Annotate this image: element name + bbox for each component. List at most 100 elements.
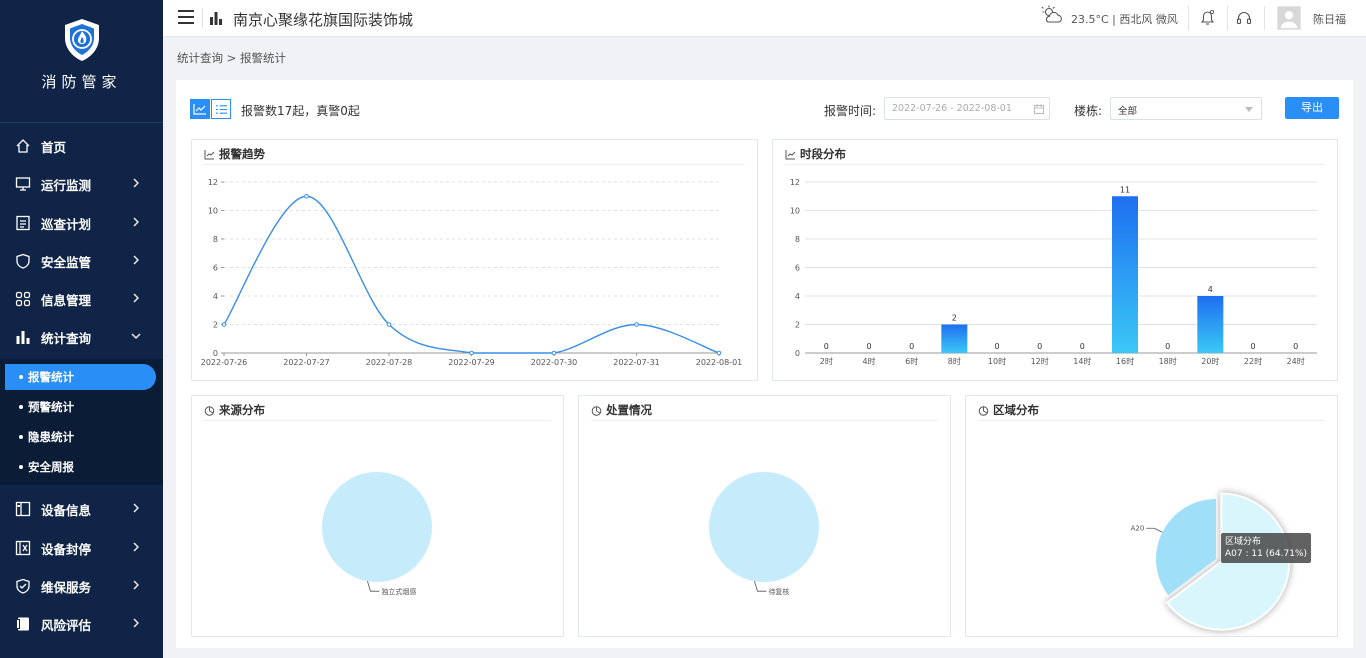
sidebar-item-3[interactable]: 安全监管 [0,242,163,280]
sidebar-item-label: 安全监管 [41,254,92,270]
divider [202,9,203,27]
sidebar-item-5[interactable]: 统计查询 [0,318,163,356]
hamburger-menu-icon[interactable] [178,10,194,24]
submenu-item-label: 报警统计 [28,370,74,384]
chart-tooltip: 区域分布 A07 : 11 (64.71%) [1221,533,1312,563]
bar-value-label: 0 [1165,342,1170,351]
sidebar-item-label: 统计查询 [41,330,92,346]
calendar-icon [1034,104,1044,114]
list-view-button[interactable] [211,99,231,119]
submenu-statistics: 报警统计预警统计隐患统计安全周报 [0,359,163,485]
y-tick-label: 2 [795,321,800,330]
submenu-item-2[interactable]: 隐患统计 [5,424,156,450]
main-content: 报警数17起，真警0起 报警时间: 2022-07-26 - 2022-08-0… [176,80,1353,648]
tooltip-value: A07 : 11 (64.71%) [1225,549,1308,559]
handling-status-panel: 处置情况 待复核 [578,395,951,637]
chevron-down-icon [131,333,141,339]
sidebar-item-6[interactable]: 设备信息 [0,490,163,528]
submenu-item-0[interactable]: 报警统计 [5,364,156,390]
user-name[interactable]: 陈日福 [1313,11,1346,27]
data-point [221,322,227,327]
date-range-value: 2022-07-26 - 2022-08-01 [892,103,1012,114]
sidebar-item-label: 风险评估 [41,617,92,633]
sidebar-item-1[interactable]: 运行监测 [0,165,163,203]
y-tick-label: 6 [213,264,218,273]
shield-icon [16,253,30,269]
alarm-summary: 报警数17起，真警0起 [241,104,360,118]
sidebar-item-7[interactable]: 设备封停 [0,529,163,567]
sidebar-item-label: 维保服务 [41,579,92,595]
sidebar-item-label: 信息管理 [41,292,92,308]
sidebar-item-label: 运行监测 [41,177,92,193]
weather-info: 23.5°C | 西北风 微风 [1071,13,1178,26]
avatar[interactable] [1277,6,1301,30]
alarm-time-label: 报警时间: [824,104,877,118]
logo-area: 消防管家 [0,0,163,123]
breadcrumb: 统计查询 > 报警统计 [177,51,286,65]
view-toggle[interactable] [190,99,232,119]
export-button[interactable]: 导出 [1285,97,1339,119]
sidebar-item-4[interactable]: 信息管理 [0,280,163,318]
alarm-trend-title: 报警趋势 [219,147,265,161]
handling-title-wrap: 处置情况 [591,402,652,418]
bullet-dot [19,464,23,469]
trend-line [223,195,720,354]
top-bar: 南京心聚缘花旗国际装饰城 23.5°C | 西北风 微风 陈日福 [163,0,1366,37]
source-title-wrap: 来源分布 [204,402,265,418]
y-tick-label: 10 [790,207,800,216]
sidebar-item-9[interactable]: 风险评估 [0,605,163,643]
sidebar-item-8[interactable]: 维保服务 [0,567,163,605]
chart-view-button[interactable] [190,99,210,119]
bell-icon[interactable] [1199,9,1216,26]
bar-value-label: 0 [1293,342,1298,351]
chevron-right-icon [133,503,139,513]
title-divider [204,164,745,165]
area-title-wrap: 区域分布 [978,402,1039,418]
bar [941,324,968,353]
sidebar-item-0[interactable]: 首页 [0,127,163,165]
submenu-item-3[interactable]: 安全周报 [5,454,156,480]
hourly-title-wrap: 时段分布 [785,146,846,162]
pie-chart-icon [591,405,602,416]
leader-line [1146,527,1163,533]
chevron-right-icon [133,255,139,265]
hourly-distribution-chart: 0 2 4 6 8 10 12 2时 0 4时 0 6时 0 8时 2 10时 0 12时 0 14时 0 16时 11 18… [790,178,1317,366]
x-tick-label: 2022-07-26 [201,358,248,367]
divider [1264,6,1265,30]
area-distribution-title: 区域分布 [993,403,1039,417]
pie-chart-icon [204,405,215,416]
bar-chart-icon [16,331,30,344]
source-distribution-panel: 来源分布 独立式烟感 [191,395,564,637]
caret-down-icon [1245,107,1253,112]
x-tick-label: 4时 [862,356,875,366]
user-avatar-icon [1280,11,1298,29]
app-name: 消防管家 [41,73,122,91]
bar-chart-icon [210,12,222,25]
data-point [551,350,557,356]
leader-line [754,581,767,592]
org-name: 南京心聚缘花旗国际装饰城 [233,11,414,29]
chevron-right-icon [133,580,139,590]
sidebar-item-2[interactable]: 巡查计划 [0,204,163,242]
alarm-time-range-picker[interactable]: 2022-07-26 - 2022-08-01 [884,97,1050,120]
monitor-icon [15,177,31,191]
divider [1227,6,1228,30]
bar-value-label: 0 [909,342,914,351]
source-distribution-chart: 独立式烟感 [322,472,432,596]
slice-label: 独立式烟感 [381,587,416,596]
chevron-right-icon [133,542,139,552]
bar-value-label: 0 [866,342,871,351]
home-icon [16,139,30,153]
building-select[interactable]: 全部 [1110,97,1262,120]
chevron-right-icon [133,293,139,303]
x-tick-label: 2022-07-31 [613,358,660,367]
submenu-item-label: 安全周报 [28,460,74,474]
submenu-item-1[interactable]: 预警统计 [5,394,156,420]
sidebar: 消防管家 首页运行监测巡查计划安全监管信息管理统计查询设备信息 设备封停维保服务风… [0,0,163,658]
headset-support-icon[interactable] [1236,10,1252,26]
bar-value-label: 0 [1080,342,1085,351]
x-tick-label: 14时 [1073,356,1091,366]
y-tick-label: 10 [208,207,218,216]
bar-value-label: 11 [1120,185,1130,194]
x-tick-label: 2022-07-30 [531,358,578,367]
